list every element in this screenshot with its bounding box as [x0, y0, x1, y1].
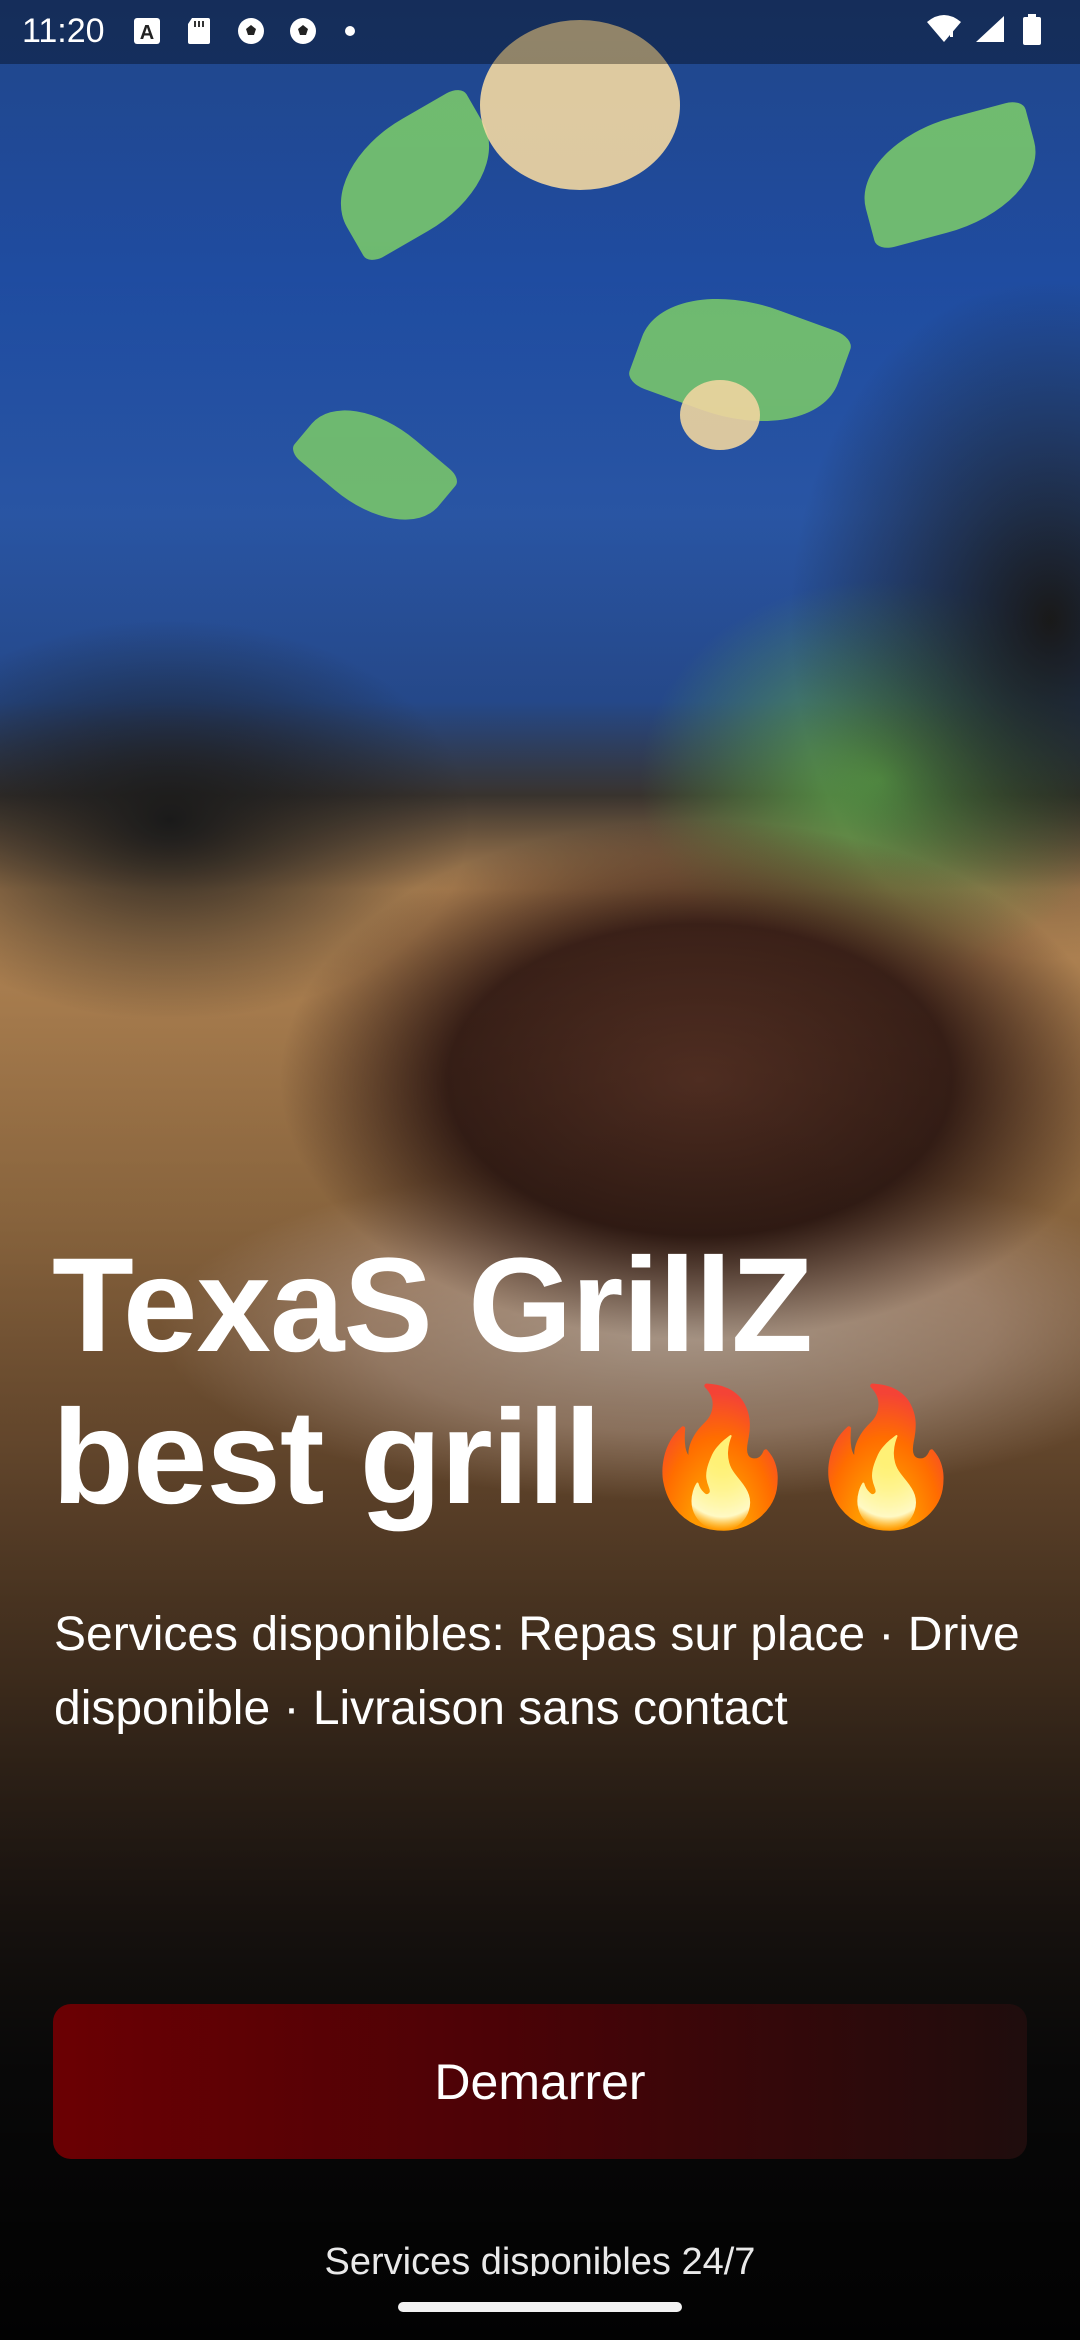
- status-bar: 11:20 A: [0, 0, 1080, 64]
- title-line-tagline: best grill 🔥🔥: [52, 1383, 969, 1532]
- services-availability-note: Services disponibles 24/7: [324, 2241, 756, 2276]
- wifi-icon: [926, 14, 961, 44]
- svg-text:A: A: [140, 22, 154, 44]
- services-description: Services disponibles: Repas sur place · …: [54, 1608, 1020, 1735]
- system-icons: [926, 14, 1052, 45]
- dot-icon: [340, 16, 370, 46]
- battery-icon: [1022, 14, 1052, 45]
- sd-card-icon: [184, 16, 214, 46]
- notification-icons: A: [132, 16, 370, 46]
- start-button[interactable]: Demarrer: [53, 2004, 1027, 2159]
- home-indicator[interactable]: [398, 2302, 682, 2312]
- soccer-ball-icon: [288, 16, 318, 46]
- page-title: TexaS GrillZ best grill 🔥🔥: [52, 1230, 1052, 1534]
- background-overlay: [0, 0, 1080, 2340]
- signal-icon: [974, 14, 1004, 44]
- status-time: 11:20: [22, 12, 105, 50]
- text-a-icon: A: [132, 16, 162, 46]
- onboarding-screen: 11:20 A TexaS GrillZ best grill 🔥🔥 Servi…: [0, 0, 1080, 2340]
- title-line-brand: TexaS GrillZ: [52, 1231, 813, 1380]
- soccer-ball-icon: [236, 16, 266, 46]
